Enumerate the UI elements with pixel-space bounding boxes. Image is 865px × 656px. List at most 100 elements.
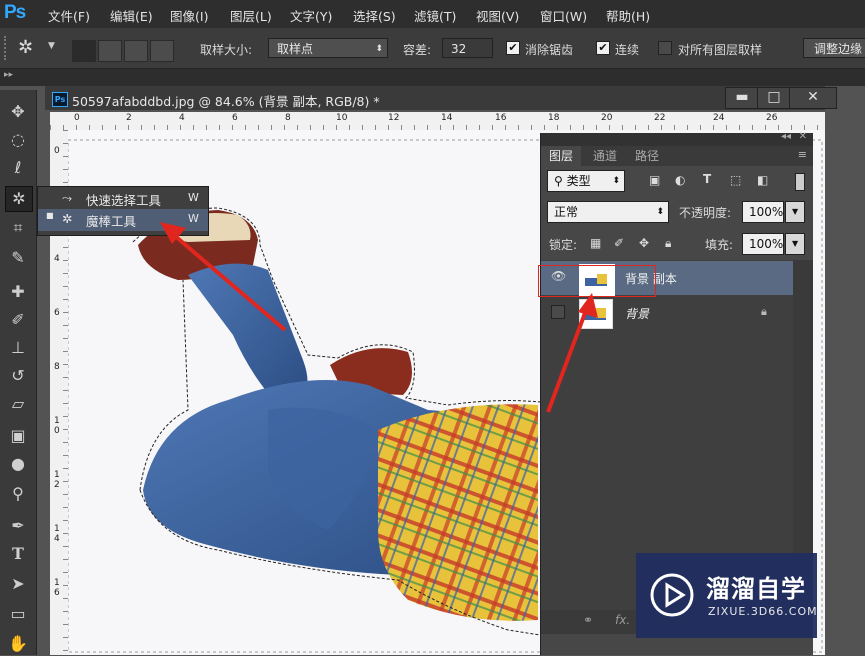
ruler-mark: 4 bbox=[179, 113, 185, 123]
flyout-quick-select-item[interactable]: ⤳ 快速选择工具 W bbox=[38, 188, 208, 210]
blur-icon[interactable]: ● bbox=[5, 452, 31, 476]
ruler-mark: 20 bbox=[601, 113, 613, 123]
pen-icon[interactable]: ✒ bbox=[5, 514, 31, 538]
collapse-arrows-icon[interactable]: ▸▸ bbox=[4, 70, 13, 80]
panel-menu-icon[interactable]: ≡ bbox=[798, 148, 807, 161]
eyedropper-icon[interactable]: ✎ bbox=[5, 246, 31, 270]
lasso-icon[interactable]: ℓ bbox=[5, 156, 31, 180]
type-icon[interactable]: T bbox=[5, 542, 31, 566]
menu-file[interactable]: 文件(F) bbox=[48, 6, 90, 25]
tolerance-input[interactable]: 32 bbox=[442, 38, 493, 58]
menu-select[interactable]: 选择(S) bbox=[353, 6, 396, 25]
fill-dropdown-button[interactable]: ▼ bbox=[785, 233, 805, 255]
history-brush-icon[interactable]: ↺ bbox=[5, 364, 31, 388]
move-icon[interactable]: ✥ bbox=[5, 100, 31, 124]
collapse-icon[interactable]: ◂◂ bbox=[781, 131, 791, 142]
menu-image[interactable]: 图像(I) bbox=[170, 6, 208, 25]
eraser-icon[interactable]: ▱ bbox=[5, 392, 31, 416]
path-select-icon[interactable]: ➤ bbox=[5, 572, 31, 596]
restore-button[interactable]: □ bbox=[757, 87, 791, 109]
filter-adjustment-icon[interactable]: ◐ bbox=[675, 173, 685, 187]
filter-kind-value: 类型 bbox=[566, 174, 591, 188]
tab-layers[interactable]: 图层 bbox=[541, 146, 582, 166]
menu-help[interactable]: 帮助(H) bbox=[606, 6, 650, 25]
options-grip[interactable] bbox=[4, 36, 12, 60]
shape-icon[interactable]: ▭ bbox=[5, 602, 31, 626]
magic-wand-icon[interactable]: ✲ bbox=[5, 186, 33, 212]
lock-position-icon[interactable]: ✥ bbox=[639, 236, 649, 250]
close-button[interactable]: ✕ bbox=[789, 87, 837, 109]
ruler-mark: 8 bbox=[285, 113, 291, 123]
layer-name[interactable]: 背景 bbox=[625, 305, 649, 322]
lock-all-icon[interactable]: 🔒︎ bbox=[665, 236, 671, 251]
sample-all-layers-checkbox[interactable] bbox=[658, 41, 672, 55]
document-title[interactable]: 50597afabddbd.jpg @ 84.6% (背景 副本, RGB/8)… bbox=[72, 91, 380, 110]
crop-icon[interactable]: ⌗ bbox=[5, 216, 31, 240]
magic-wand-icon[interactable]: ✲ bbox=[18, 37, 33, 58]
brush-icon[interactable]: ✐ bbox=[5, 308, 31, 332]
ruler-mark: 0 bbox=[54, 146, 60, 156]
dodge-icon[interactable]: ⚲ bbox=[5, 482, 31, 506]
ruler-mark: 1 2 bbox=[54, 470, 60, 490]
tab-channels[interactable]: 通道 bbox=[585, 146, 625, 166]
document-ps-icon: Ps bbox=[52, 92, 68, 107]
layer-row-background[interactable]: 背景 🔒︎ bbox=[541, 296, 793, 330]
blend-mode-select[interactable]: 正常 ⬍ bbox=[547, 201, 669, 223]
fx-icon[interactable]: fx. bbox=[615, 613, 630, 627]
link-icon[interactable]: ⚭ bbox=[583, 613, 593, 627]
fill-input[interactable]: 100% bbox=[742, 233, 784, 255]
menu-window[interactable]: 窗口(W) bbox=[540, 6, 587, 25]
antialias-checkbox[interactable]: ✔ bbox=[506, 41, 520, 55]
contiguous-checkbox[interactable]: ✔ bbox=[596, 41, 610, 55]
add-selection-button[interactable] bbox=[98, 40, 122, 62]
gradient-icon[interactable]: ▣ bbox=[5, 424, 31, 448]
healing-icon[interactable]: ✚ bbox=[5, 280, 31, 304]
ruler-mark: 12 bbox=[388, 113, 400, 123]
filter-kind-select[interactable]: ⚲ 类型 ⬍ bbox=[547, 170, 625, 192]
opacity-dropdown-button[interactable]: ▼ bbox=[785, 201, 805, 223]
filter-pixel-icon[interactable]: ▣ bbox=[649, 173, 660, 187]
lock-transparent-icon[interactable]: ▦ bbox=[590, 236, 601, 250]
visibility-toggle[interactable] bbox=[551, 305, 565, 319]
tab-paths[interactable]: 路径 bbox=[627, 146, 667, 166]
flyout-magic-wand-item[interactable]: ■ ✲ 魔棒工具 W bbox=[38, 209, 208, 231]
tool-flyout-menu: ⤳ 快速选择工具 W ■ ✲ 魔棒工具 W bbox=[37, 186, 209, 236]
ruler-mark: 0 bbox=[74, 113, 80, 123]
menu-filter[interactable]: 滤镜(T) bbox=[414, 6, 456, 25]
menu-view[interactable]: 视图(V) bbox=[476, 6, 519, 25]
hand-icon[interactable]: ✋ bbox=[5, 632, 31, 656]
filter-smart-object-icon[interactable]: ◧ bbox=[757, 173, 768, 187]
filter-shape-icon[interactable]: ⬚ bbox=[730, 173, 741, 187]
lock-row: 锁定: ▦ ✐ ✥ 🔒︎ 填充: 100% ▼ bbox=[541, 233, 813, 257]
marquee-icon[interactable]: ◌ bbox=[5, 128, 31, 152]
ruler-mark: 4 bbox=[54, 254, 60, 264]
ruler-mark: 10 bbox=[336, 113, 348, 123]
active-bullet-icon: ■ bbox=[46, 211, 54, 220]
close-icon[interactable]: ✕ bbox=[799, 131, 807, 142]
filter-type-icon[interactable]: T bbox=[703, 172, 711, 186]
new-selection-button[interactable] bbox=[72, 40, 96, 62]
refine-edge-button[interactable]: 调整边缘 bbox=[803, 38, 865, 58]
menu-type[interactable]: 文字(Y) bbox=[290, 6, 332, 25]
stamp-icon[interactable]: ⊥ bbox=[5, 336, 31, 360]
menu-edit[interactable]: 编辑(E) bbox=[110, 6, 153, 25]
search-icon: ⚲ bbox=[554, 174, 563, 188]
lock-image-icon[interactable]: ✐ bbox=[614, 236, 624, 250]
ruler-mark: 26 bbox=[766, 113, 778, 123]
minimize-button[interactable]: ▬ bbox=[725, 87, 759, 109]
photoshop-logo: Ps bbox=[4, 2, 26, 23]
filter-toggle[interactable] bbox=[795, 173, 805, 191]
panel-dock-strip: ▸▸ bbox=[0, 69, 865, 86]
subtract-selection-button[interactable] bbox=[124, 40, 148, 62]
opacity-input[interactable]: 100% bbox=[742, 201, 784, 223]
antialias-label: 消除锯齿 bbox=[525, 43, 574, 57]
magic-wand-icon: ✲ bbox=[62, 211, 73, 226]
ruler-mark: 16 bbox=[495, 113, 507, 123]
menu-layer[interactable]: 图层(L) bbox=[230, 6, 272, 25]
intersect-selection-button[interactable] bbox=[150, 40, 174, 62]
tool-preset-chevron-down-icon[interactable]: ▼ bbox=[48, 41, 55, 51]
sample-size-select[interactable]: 取样点 ⬍ bbox=[268, 38, 388, 58]
ruler-mark: 1 6 bbox=[54, 578, 60, 598]
quick-select-icon: ⤳ bbox=[62, 190, 73, 205]
contiguous-label: 连续 bbox=[615, 43, 640, 57]
